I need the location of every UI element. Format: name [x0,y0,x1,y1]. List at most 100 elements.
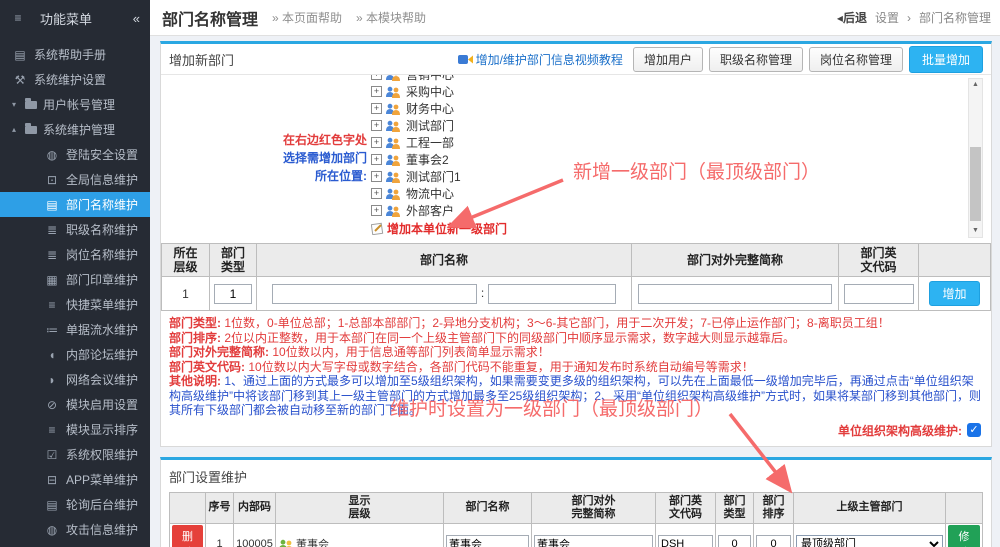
tree-expander-icon[interactable]: + [371,86,382,97]
sidebar-item-meeting[interactable]: ◗ 网络会议维护 [0,367,150,392]
sidebar-item-user-account-group[interactable]: ▾ 用户帐号管理 [0,92,150,117]
tree-node-label[interactable]: 外部客户 [406,202,454,219]
dept-type-input[interactable] [718,535,751,547]
tree-expander-icon[interactable]: + [371,154,382,165]
tree-node-label[interactable]: 营销中心 [406,75,454,83]
sidebar-item-global-info[interactable]: ⊡ 全局信息维护 [0,167,150,192]
tree-node: + 测试部门 [371,117,507,134]
sidebar-item-help-manual[interactable]: ▤ 系统帮助手册 [0,42,150,67]
people-icon [385,120,401,132]
table-header-row: 序号 内部码 显示 层级 部门名称 部门对外 完整简称 部门英 文代码 部门 类… [170,492,983,523]
tree-node-label[interactable]: 董事会2 [406,151,449,168]
sidebar-menu: ▤ 系统帮助手册 ⚒ 系统维护设置 ▾ 用户帐号管理 ▴ 系统维护管理 ◍ 登陆… [0,36,150,547]
globe-icon: ◍ [44,148,60,162]
sidebar-title: 功能菜单 [40,9,133,28]
scroll-up-icon[interactable]: ▲ [969,79,982,91]
sidebar-item-app-menu[interactable]: ⊟ APP菜单维护 [0,467,150,492]
annotation-new-top-dept: 新增一级部门（最顶级部门） [573,157,820,184]
sidebar-item-cloud-print[interactable]: ⊞ 云打印机维护 [0,542,150,547]
list-icon: ≣ [44,248,60,262]
sidebar-item-attack-info[interactable]: ◍ 攻击信息维护 [0,517,150,542]
dept-name-extra-input[interactable] [488,284,616,304]
dept-type-input[interactable] [214,284,252,304]
breadcrumb-section[interactable]: 设置 [875,9,899,26]
tree-expander-icon[interactable]: + [371,171,382,182]
col-header-action [919,244,991,277]
tree-hint-label: 在右边红色字处 选择需增加部门 所在位置: [267,131,367,185]
advanced-maintain-checkbox[interactable]: ✓ [967,423,981,437]
tree-node-label[interactable]: 采购中心 [406,83,454,100]
sidebar-item-login-security[interactable]: ◍ 登陆安全设置 [0,142,150,167]
sidebar-item-permission[interactable]: ☑ 系统权限维护 [0,442,150,467]
tree-node-label[interactable]: 工程一部 [406,134,454,151]
tree-node-label[interactable]: 测试部门1 [406,168,461,185]
tree-expander-icon[interactable]: + [371,205,382,216]
dept-encode-input[interactable] [844,284,914,304]
sidebar-item-rank-name[interactable]: ≣ 职级名称维护 [0,217,150,242]
chevron-up-icon: ▴ [12,125,22,134]
tree-expander-icon[interactable]: + [371,188,382,199]
dept-shortname-input[interactable] [638,284,832,304]
people-icon [385,103,401,115]
people-icon [385,154,401,166]
batch-add-button[interactable]: 批量增加 [909,46,983,73]
sidebar-item-module-enable[interactable]: ⊘ 模块启用设置 [0,392,150,417]
people-icon [385,205,401,217]
tree-node-label[interactable]: 测试部门 [406,117,454,134]
folder-icon [25,126,37,134]
rank-name-manage-button[interactable]: 职级名称管理 [709,47,803,72]
row-seq: 1 [206,523,234,547]
sidebar-collapse-icon[interactable]: « [133,11,140,26]
tree-node-label[interactable]: 财务中心 [406,100,454,117]
scrollbar-thumb[interactable] [970,147,981,221]
sidebar-item-label: 登陆安全设置 [66,146,138,163]
add-button[interactable]: 增加 [929,281,979,306]
sidebar-item-dept-name-active[interactable]: ▤ 部门名称维护 [0,192,150,217]
dept-shortname-input[interactable] [534,535,653,547]
col-header-level: 所在 层级 [162,244,210,277]
tree-expander-icon[interactable]: + [371,137,382,148]
dept-encode-input[interactable] [658,535,713,547]
sidebar-item-maintenance-settings[interactable]: ⚒ 系统维护设置 [0,67,150,92]
sidebar-item-label: 轮询后台维护 [66,496,138,513]
position-name-manage-button[interactable]: 岗位名称管理 [809,47,903,72]
sidebar-item-position-name[interactable]: ≣ 岗位名称维护 [0,242,150,267]
sidebar-item-polling[interactable]: ▤ 轮询后台维护 [0,492,150,517]
delete-button[interactable]: 删除 [172,525,203,547]
sidebar-item-doc-serial[interactable]: ≔ 单据流水维护 [0,317,150,342]
sidebar-item-quick-menu[interactable]: ≡ 快捷菜单维护 [0,292,150,317]
video-tutorial-link[interactable]: 增加/维护部门信息视频教程 [458,51,623,68]
note-dept-type: 部门类型: 1位数，0-单位总部；1-总部本部部门；2-异地分支机构；3～6-其… [169,316,983,331]
add-top-level-dept-link[interactable]: 增加本单位新一级部门 [387,220,507,237]
chevron-down-icon: ▾ [12,100,22,109]
module-help-link[interactable]: » 本模块帮助 [356,9,426,26]
annotation-set-top-dept: 维护时设置为一级部门（最顶级部门） [390,394,713,421]
tree-expander-icon[interactable]: + [371,75,382,80]
page-help-link[interactable]: » 本页面帮助 [272,9,342,26]
scroll-down-icon[interactable]: ▼ [969,225,982,237]
tree-expander-icon[interactable]: + [371,120,382,131]
col-header-type: 部门 类型 [210,244,257,277]
book-icon: ▤ [44,198,60,212]
modify-button[interactable]: 修改 [948,525,980,547]
tree-expander-icon[interactable]: + [371,103,382,114]
people-icon [385,86,401,98]
add-user-button[interactable]: 增加用户 [633,47,703,72]
dept-name-input[interactable] [446,535,529,547]
tree-add-root-node: 增加本单位新一级部门 [371,220,507,237]
sidebar-item-label: 岗位名称维护 [66,246,138,263]
menu-list-icon: ≡ [44,298,60,312]
sidebar-item-module-sort[interactable]: ≡ 模块显示排序 [0,417,150,442]
power-icon: ⊘ [44,398,60,412]
dept-name-input[interactable] [272,284,477,304]
breadcrumb: ◂后退 设置 › 部门名称管理 [837,9,991,26]
back-link[interactable]: ◂后退 [837,9,867,26]
tree-node-label[interactable]: 物流中心 [406,185,454,202]
sidebar-item-forum[interactable]: ◖ 内部论坛维护 [0,342,150,367]
advanced-maintain-label: 单位组织架构高级维护: [838,422,962,439]
sidebar-item-maintenance-group[interactable]: ▴ 系统维护管理 [0,117,150,142]
parent-dept-select[interactable]: 最顶级部门 [796,535,943,547]
tree-scrollbar[interactable]: ▲ ▼ [968,78,983,238]
sidebar-item-dept-seal[interactable]: ▦ 部门印章维护 [0,267,150,292]
dept-sort-input[interactable] [756,535,791,547]
